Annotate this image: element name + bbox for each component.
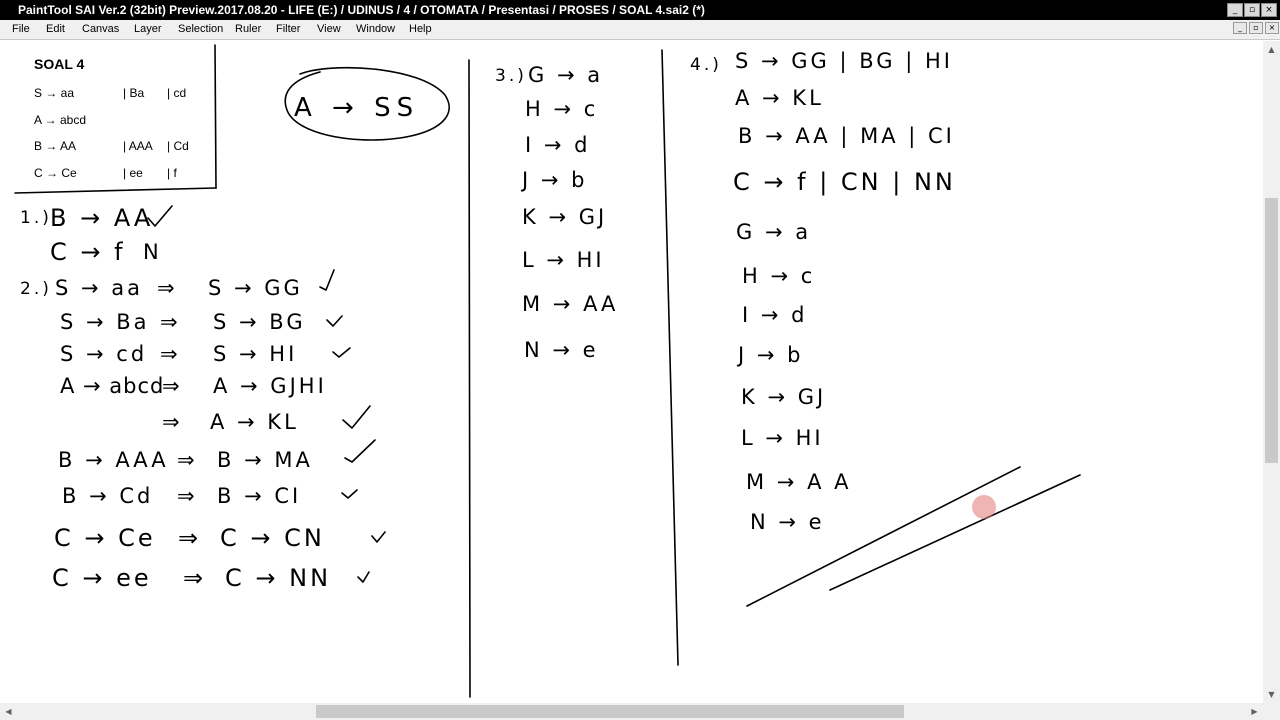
step2-line-6-right: B → MA [217,448,313,472]
step3-line-4: J → b [522,168,588,192]
step2-line-8-implies: ⇒ [178,524,202,552]
step2-line-9-right: C → NN [225,564,332,592]
horizontal-scroll-thumb[interactable] [316,705,904,718]
step4-line-5: G → a [736,220,812,244]
step3-label: 3.) [495,66,527,86]
soal-title: SOAL 4 [34,56,85,72]
soal-row-c-alt1: | ee [123,166,143,180]
step2-line-4-right: A → GJHI [213,374,327,398]
step2-line-2-right: S → BG [213,310,306,334]
scroll-up-arrow-icon[interactable]: ▲ [1263,41,1280,58]
scroll-left-arrow-icon[interactable]: ◀ [0,703,17,720]
soal-box-right-border [214,44,217,189]
scroll-down-arrow-icon[interactable]: ▼ [1263,686,1280,703]
step2-line-8-left: C → Ce [54,524,156,552]
step2-label: 2.) [20,279,52,299]
step2-line-2-left: S → Ba [60,310,150,334]
scroll-right-arrow-icon[interactable]: ▶ [1246,703,1263,720]
soal-row-c-head: C → Ce [34,166,77,180]
soal-box-bottom-border [14,187,217,194]
step2-line-7-left: B → Cd [62,484,154,508]
checkmark-8 [371,531,386,543]
step4-line-3: B → AA | MA | CI [738,124,955,148]
step4-line-9: K → GJ [741,385,827,409]
checkmark-6 [344,439,376,463]
step2-line-5-right: A → KL [210,410,299,434]
step2-line-1-implies: ⇒ [157,276,178,300]
soal-row-b-head: B → AA [34,139,77,153]
step2-line-6-implies: ⇒ [177,448,198,472]
step2-line-8-right: C → CN [220,524,325,552]
step3-line-5: K → GJ [522,205,608,229]
step2-line-1-right: S → GG [208,276,303,300]
step4-line-1: S → GG | BG | HI [735,49,953,73]
step2-line-3-right: S → HI [213,342,298,366]
step3-line-6: L → HI [522,248,605,272]
soal-row-s-alt1: | Ba [123,86,145,100]
doc-close-button[interactable]: × [1265,22,1279,34]
soal-row-c-alt2: | f [167,166,177,180]
step4-line-10: L → HI [741,426,824,450]
step3-line-2: H → c [525,97,599,121]
step3-line-1: G → a [528,63,604,87]
soal-row-s-alt2: | cd [167,86,187,100]
step1-line-1: B → AA [50,204,154,232]
step4-line-7: I → d [742,303,808,327]
checkmark-3 [326,315,343,327]
step2-line-6-left: B → AAA [58,448,169,472]
step4-line-6: H → c [742,264,816,288]
brush-cursor [972,495,996,519]
step2-line-7-implies: ⇒ [177,484,198,508]
step2-line-3-left: S → cd [60,342,148,366]
step4-line-8: J → b [738,343,804,367]
step2-line-9-left: C → ee [52,564,152,592]
separator-line-2 [661,49,679,666]
circled-note: A → SS [294,93,420,123]
soal-row-a-head: A → abcd [34,113,87,127]
step2-line-4-left: A → abcd [60,374,165,398]
step4-line-4: C → f | CN | NN [733,168,956,196]
scrollbar-corner [1263,703,1280,720]
step3-line-3: I → d [525,133,591,157]
checkmark-7 [341,489,358,499]
step3-line-7: M → AA [522,292,619,316]
step2-line-4-implies: ⇒ [162,374,183,398]
checkmark-5 [342,405,371,429]
soal-row-b-alt1: | AAA [123,139,153,153]
checkmark-4 [332,347,351,358]
step1-line-2: C → f [50,238,126,266]
step2-line-2-implies: ⇒ [160,310,181,334]
step1-n-mark: N [143,240,162,264]
step4-line-11: M → A A [746,470,852,494]
step2-line-7-right: B → CI [217,484,302,508]
soal-row-b-alt2: | Cd [167,139,189,153]
step2-line-9-implies: ⇒ [183,564,207,592]
step4-label: 4.) [690,55,722,75]
step4-line-2: A → KL [735,86,824,110]
diagonal-line-2 [829,474,1081,591]
step1-label: 1.) [20,208,52,228]
vertical-scroll-thumb[interactable] [1265,198,1278,463]
step2-line-3-implies: ⇒ [160,342,181,366]
step4-line-12: N → e [750,510,825,534]
checkmark-2 [319,269,335,291]
close-button[interactable]: × [1261,3,1277,17]
step2-line-1-left: S → aa [55,276,144,300]
separator-line-1 [468,59,471,698]
step2-line-5-implies: ⇒ [162,410,183,434]
checkmark-9 [357,571,370,583]
soal-row-s-head: S → aa [34,86,75,100]
pen-strokes [14,44,1081,698]
step3-line-8: N → e [524,338,599,362]
